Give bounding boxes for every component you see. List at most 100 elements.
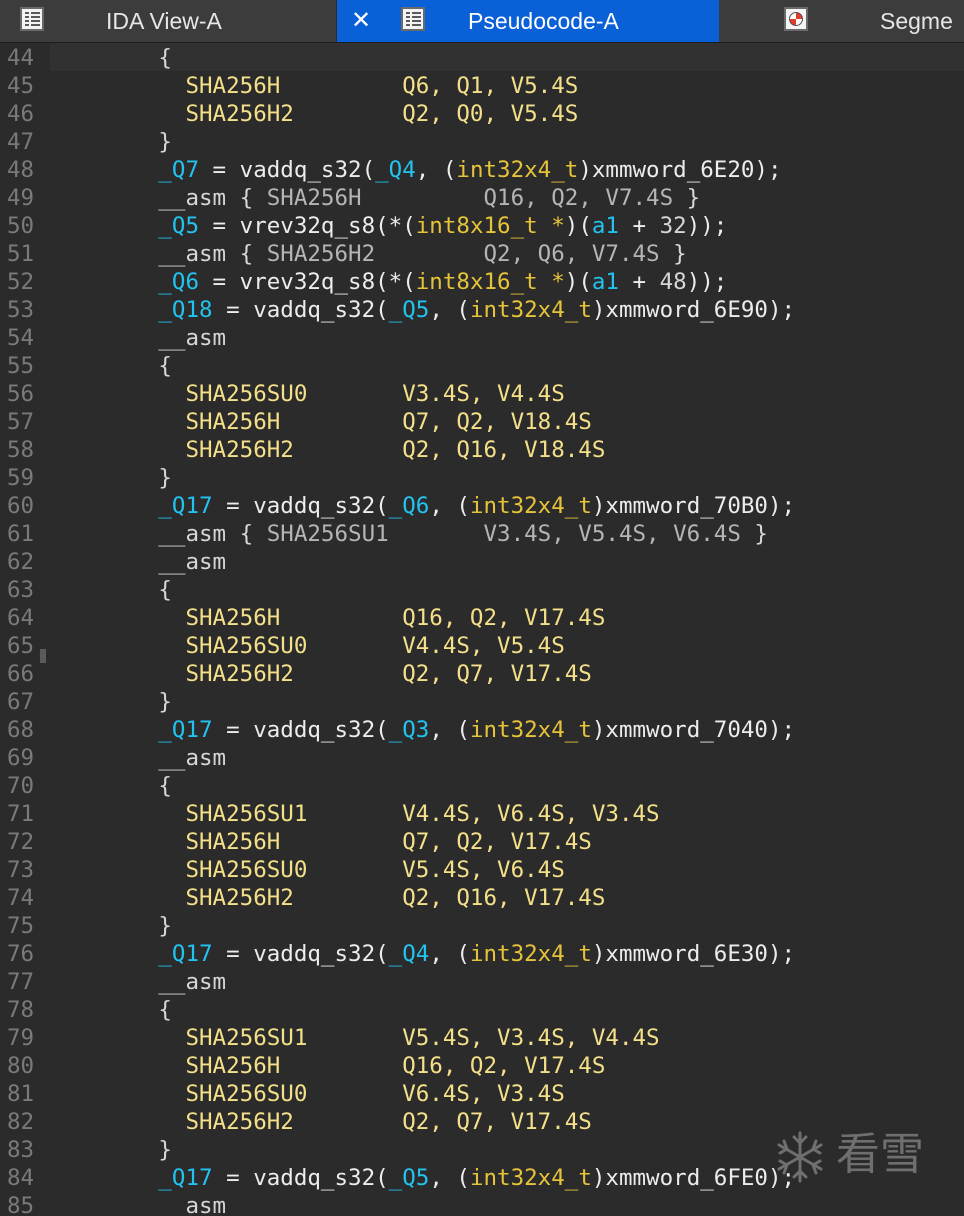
code-line[interactable]: 65 SHA256SU0 V4.4S, V5.4S [0,632,964,660]
line-number: 51 [7,241,35,267]
code-token: int32x4_t [469,493,592,519]
code-text: } [50,1136,172,1164]
code-line[interactable]: 55 { [0,352,964,380]
tab-segments[interactable]: Segme [720,0,964,42]
code-token: + [618,269,660,295]
code-text: _Q7 = vaddq_s32(_Q4, (int32x4_t)xmmword_… [50,156,782,184]
code-line[interactable]: 61 __asm { SHA256SU1 V3.4S, V5.4S, V6.4S… [0,520,964,548]
tab-ida-view-a[interactable]: IDA View-A [0,0,337,42]
code-token: SHA256H Q16, Q2, V17.4S [50,605,606,631]
code-line[interactable]: 70 { [0,772,964,800]
code-line[interactable]: 58 SHA256H2 Q2, Q16, V18.4S [0,436,964,464]
code-token: )xmmword_6FE0); [591,1165,796,1191]
code-line[interactable]: 67 } [0,688,964,716]
line-number: 62 [7,549,35,575]
code-line[interactable]: 45 SHA256H Q6, Q1, V5.4S [0,72,964,100]
code-text: SHA256H Q7, Q2, V17.4S [50,828,591,856]
code-text: SHA256SU1 V5.4S, V3.4S, V4.4S [50,1024,660,1052]
line-number: 78 [7,997,35,1023]
code-line[interactable]: 52 _Q6 = vrev32q_s8(*(int8x16_t *)(a1 + … [0,268,964,296]
code-token: = vaddq_s32( [212,941,389,967]
code-token: { [50,45,172,71]
code-line[interactable]: 60 _Q17 = vaddq_s32(_Q6, (int32x4_t)xmmw… [0,492,964,520]
code-line[interactable]: 56 SHA256SU0 V3.4S, V4.4S [0,380,964,408]
code-line[interactable]: 78 { [0,996,964,1024]
line-number: 77 [7,969,35,995]
code-line[interactable]: 63 { [0,576,964,604]
code-line[interactable]: 50 _Q5 = vrev32q_s8(*(int8x16_t *)(a1 + … [0,212,964,240]
code-token: __asm { [50,521,267,547]
code-token: , ( [415,157,457,183]
code-line[interactable]: 74 SHA256H2 Q2, Q16, V17.4S [0,884,964,912]
line-number: 80 [7,1053,35,1079]
code-line[interactable]: 85 __asm [0,1192,964,1216]
listing-icon [20,7,44,31]
code-line[interactable]: 71 SHA256SU1 V4.4S, V6.4S, V3.4S [0,800,964,828]
code-token: __asm [50,325,227,351]
code-line[interactable]: 59 } [0,464,964,492]
code-token: SHA256SU1 V5.4S, V3.4S, V4.4S [50,1025,660,1051]
code-text: _Q17 = vaddq_s32(_Q4, (int32x4_t)xmmword… [50,940,795,968]
code-line[interactable]: 48 _Q7 = vaddq_s32(_Q4, (int32x4_t)xmmwo… [0,156,964,184]
tab-label: Segme [880,8,953,34]
code-token: SHA256H2 Q2, Q6, V7.4S [266,241,660,267]
code-text: SHA256H2 Q2, Q16, V18.4S [50,436,605,464]
tab-pseudocode-a[interactable]: ✕ Pseudocode-A [337,0,719,42]
code-text: SHA256H Q6, Q1, V5.4S [50,72,578,100]
code-text: } [50,128,172,156]
code-text: __asm [50,968,226,996]
line-number: 66 [7,661,35,687]
code-line[interactable]: 57 SHA256H Q7, Q2, V18.4S [0,408,964,436]
tab-label: Pseudocode-A [468,8,619,34]
code-line[interactable]: 81 SHA256SU0 V6.4S, V3.4S [0,1080,964,1108]
line-number: 71 [7,801,35,827]
code-token: __asm { [50,241,267,267]
line-number: 46 [7,101,35,127]
code-line[interactable]: 62 __asm [0,548,964,576]
code-token: )xmmword_6E20); [578,157,782,183]
code-token: { [50,353,172,379]
code-line[interactable]: 68 _Q17 = vaddq_s32(_Q3, (int32x4_t)xmmw… [0,716,964,744]
code-line[interactable]: 79 SHA256SU1 V5.4S, V3.4S, V4.4S [0,1024,964,1052]
snowflake-icon [777,1131,823,1183]
code-token: } [50,129,172,155]
code-token: SHA256H2 Q2, Q16, V18.4S [50,437,606,463]
code-line[interactable]: 64 SHA256H Q16, Q2, V17.4S [0,604,964,632]
code-line[interactable]: 46 SHA256H2 Q2, Q0, V5.4S [0,100,964,128]
close-icon[interactable]: ✕ [351,0,371,42]
code-line[interactable]: 73 SHA256SU0 V5.4S, V6.4S [0,856,964,884]
code-token: __asm [50,1193,227,1216]
code-line[interactable]: 76 _Q17 = vaddq_s32(_Q4, (int32x4_t)xmmw… [0,940,964,968]
code-line[interactable]: 69 __asm [0,744,964,772]
kanxue-watermark: 看雪 [772,1125,944,1185]
code-line[interactable]: 51 __asm { SHA256H2 Q2, Q6, V7.4S } [0,240,964,268]
code-line[interactable]: 77 __asm [0,968,964,996]
code-line[interactable]: 75 } [0,912,964,940]
code-text: } [50,912,172,940]
code-token: int32x4_t [456,157,579,183]
code-line[interactable]: 49 __asm { SHA256H Q16, Q2, V7.4S } [0,184,964,212]
code-token: )xmmword_70B0); [591,493,796,519]
code-text: { [50,996,172,1024]
code-line[interactable]: 80 SHA256H Q16, Q2, V17.4S [0,1052,964,1080]
code-line[interactable]: 47 } [0,128,964,156]
code-line[interactable]: 44 { [0,44,964,72]
code-token: = vaddq_s32( [212,717,389,743]
code-token: SHA256H2 Q2, Q16, V17.4S [50,885,606,911]
code-line[interactable]: 66 SHA256H2 Q2, Q7, V17.4S [0,660,964,688]
pseudocode-view[interactable]: 44 {45 SHA256H Q6, Q1, V5.4S 46 SHA256H2 … [0,43,964,1216]
code-line[interactable]: 72 SHA256H Q7, Q2, V17.4S [0,828,964,856]
code-text: __asm { SHA256H Q16, Q2, V7.4S } [50,184,700,212]
code-line[interactable]: 54 __asm [0,324,964,352]
code-token: , ( [429,493,470,519]
code-token: _Q3 [388,717,430,743]
code-text: { [50,576,172,604]
code-token: )xmmword_7040); [591,717,796,743]
code-token: _Q17 [158,493,213,519]
code-token: )xmmword_6E30); [591,941,796,967]
code-token: } [740,521,768,547]
code-line[interactable]: 53 _Q18 = vaddq_s32(_Q5, (int32x4_t)xmmw… [0,296,964,324]
code-token: _Q17 [158,1165,213,1191]
